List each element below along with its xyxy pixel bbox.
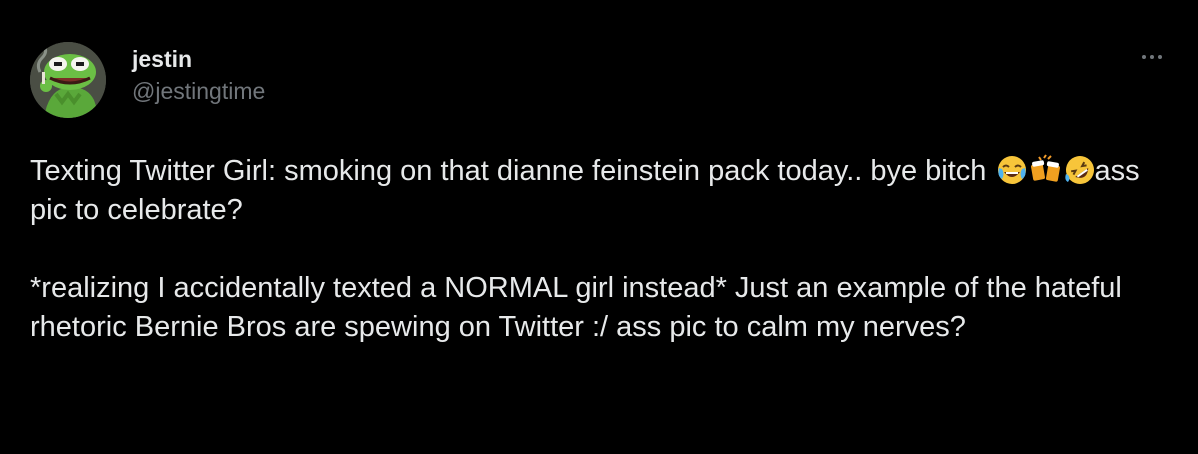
- display-name[interactable]: jestin: [132, 44, 265, 74]
- more-dot: [1158, 55, 1162, 59]
- tweet-card: jestin @jestingtime Texting Twitter Girl…: [0, 0, 1198, 454]
- user-handle[interactable]: @jestingtime: [132, 76, 265, 106]
- tweet-paragraph-2: *realizing I accidentally texted a NORMA…: [30, 272, 1122, 343]
- face-with-tears-of-joy-icon: [996, 154, 1028, 186]
- tweet-text: Texting Twitter Girl: smoking on that di…: [30, 152, 1170, 347]
- more-dot: [1150, 55, 1154, 59]
- tweet-line1-text: Texting Twitter Girl: smoking on that di…: [30, 155, 995, 187]
- tweet-paragraph-1: Texting Twitter Girl: smoking on that di…: [30, 152, 1170, 230]
- clinking-beer-mugs-icon: [1030, 154, 1062, 186]
- user-names: jestin @jestingtime: [132, 44, 265, 106]
- rolling-on-the-floor-laughing-icon: [1064, 154, 1096, 186]
- avatar[interactable]: [30, 42, 106, 118]
- more-dot: [1142, 55, 1146, 59]
- more-horizontal-icon[interactable]: [1132, 42, 1172, 72]
